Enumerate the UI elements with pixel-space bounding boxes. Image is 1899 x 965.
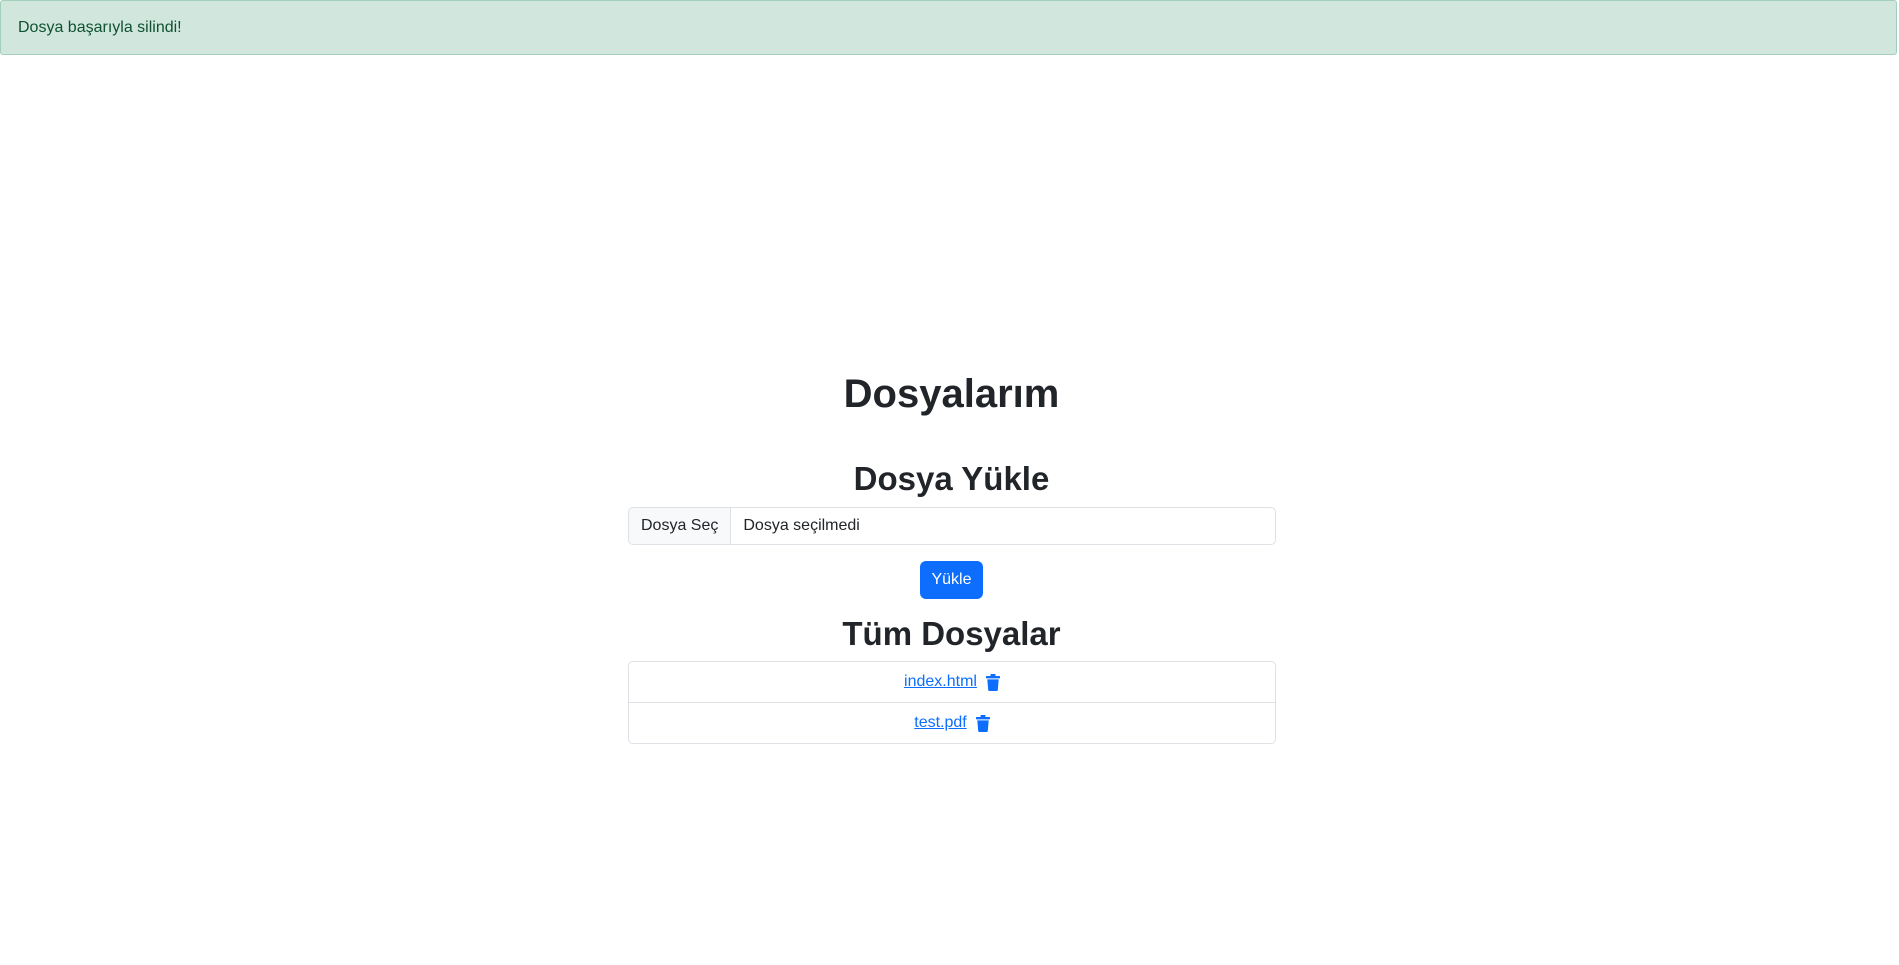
- page-title: Dosyalarım: [843, 372, 1060, 416]
- file-link-index-html[interactable]: index.html: [904, 673, 977, 691]
- file-input[interactable]: Dosya Seç Dosya seçilmedi: [628, 507, 1276, 545]
- file-list: index.html test.pdf: [628, 661, 1276, 744]
- trash-icon[interactable]: [975, 714, 990, 732]
- upload-heading: Dosya Yükle: [853, 460, 1050, 497]
- choose-file-button[interactable]: Dosya Seç: [629, 508, 732, 544]
- upload-button[interactable]: Yükle: [920, 561, 983, 599]
- trash-icon[interactable]: [985, 673, 1000, 691]
- no-file-chosen-label: Dosya seçilmedi: [743, 517, 860, 534]
- file-link-test-pdf[interactable]: test.pdf: [914, 714, 966, 732]
- all-files-heading: Tüm Dosyalar: [842, 615, 1061, 652]
- success-alert: Dosya başarıyla silindi!: [0, 0, 1897, 55]
- list-item: test.pdf: [629, 702, 1275, 743]
- list-item: index.html: [629, 662, 1275, 702]
- alert-message: Dosya başarıyla silindi!: [18, 18, 182, 36]
